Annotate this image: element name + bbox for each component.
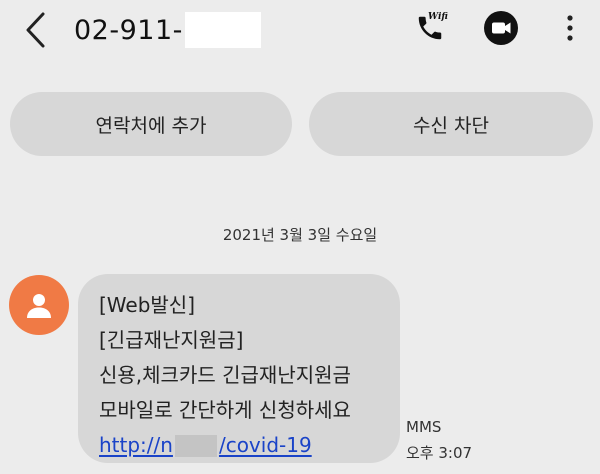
add-to-contacts-button[interactable]: 연락처에 추가 — [10, 92, 292, 156]
redacted-number-block — [184, 12, 261, 48]
wifi-badge: Wifi — [428, 12, 448, 22]
person-icon — [27, 294, 51, 318]
message-line: 모바일로 간단하게 신청하세요 — [99, 398, 351, 422]
link-prefix: http://n — [99, 433, 173, 457]
title-wrap: 02-911- — [74, 12, 261, 48]
contact-number: 02-911- — [74, 14, 183, 46]
message-time: 오후 3:07 — [406, 444, 473, 462]
message-type: MMS — [406, 418, 442, 436]
message-line: 신용,체크카드 긴급재난지원금 — [99, 363, 351, 387]
message-meta: MMS 오후 3:07 — [406, 414, 472, 466]
message-bubble[interactable]: [Web발신] [긴급재난지원금] 신용,체크카드 긴급재난지원금 모바일로 간… — [78, 274, 400, 463]
more-options-button[interactable] — [556, 10, 584, 46]
link-suffix: /covid-19 — [218, 433, 312, 457]
avatar[interactable] — [9, 275, 69, 335]
message-link-line: http://n/covid-19 — [99, 428, 400, 463]
video-call-button[interactable] — [481, 10, 521, 46]
message-line: [긴급재난지원금] — [99, 328, 244, 352]
message-line: [Web발신] — [99, 293, 196, 317]
redacted-link-block — [174, 434, 217, 457]
video-camera-icon — [484, 11, 518, 45]
chevron-left-icon — [26, 12, 45, 48]
date-separator: 2021년 3월 3일 수요일 — [222, 226, 378, 244]
conversation-header: 02-911- Wifi — [0, 0, 600, 64]
back-button[interactable] — [18, 10, 52, 50]
block-number-button[interactable]: 수신 차단 — [309, 92, 593, 156]
message-link[interactable]: http://n/covid-19 — [99, 428, 312, 463]
more-vertical-icon — [567, 15, 573, 41]
wifi-call-button[interactable]: Wifi — [408, 10, 452, 46]
